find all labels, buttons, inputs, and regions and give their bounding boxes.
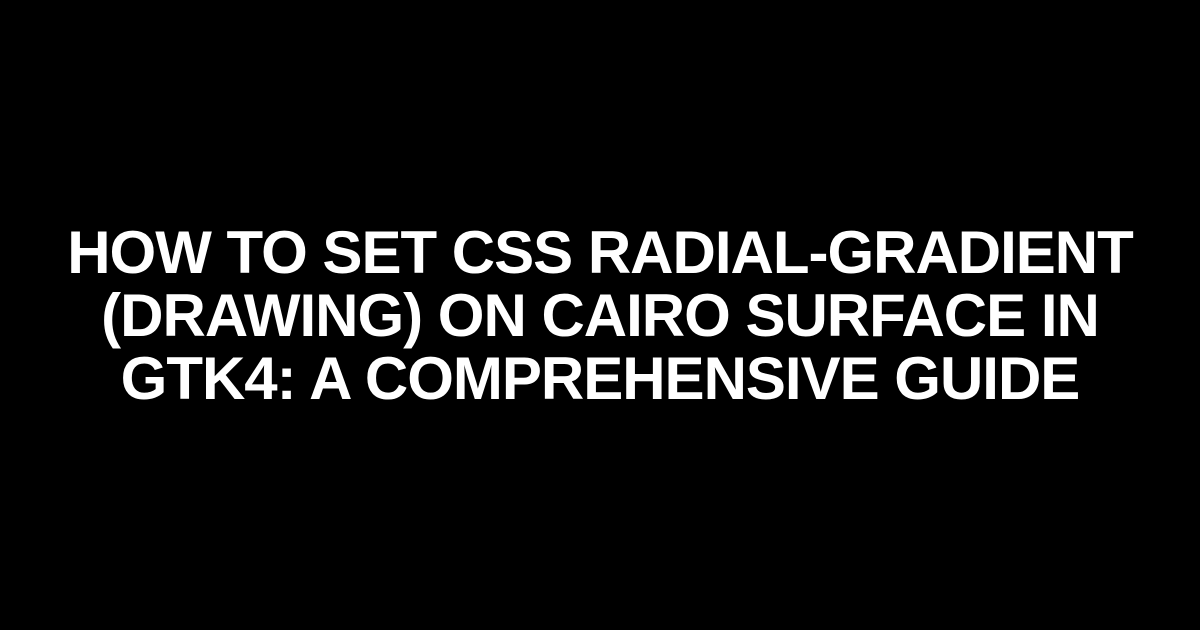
page-title: How to Set CSS Radial-Gradient (Drawing)… bbox=[60, 221, 1140, 410]
title-container: How to Set CSS Radial-Gradient (Drawing)… bbox=[0, 221, 1200, 410]
